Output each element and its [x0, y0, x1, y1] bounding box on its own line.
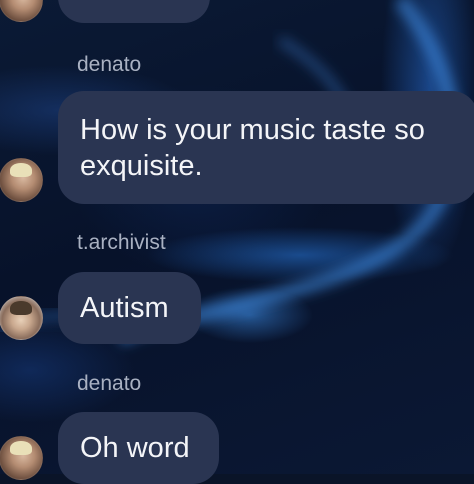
- avatar[interactable]: [0, 158, 43, 202]
- message-bubble-partial[interactable]: [58, 0, 210, 23]
- message-bubble[interactable]: Oh word: [58, 412, 219, 484]
- message-text: Oh word: [80, 432, 190, 464]
- avatar[interactable]: [0, 436, 43, 480]
- sender-name: denato: [77, 53, 142, 76]
- sender-name: t.archivist: [77, 231, 166, 254]
- message-text: How is your music taste so exquisite.: [80, 114, 425, 182]
- message-bubble[interactable]: Autism: [58, 272, 201, 344]
- message-bubble[interactable]: How is your music taste so exquisite.: [58, 91, 474, 204]
- message-text: Autism: [80, 292, 169, 324]
- sender-name: denato: [77, 372, 142, 395]
- chat-background: [0, 0, 474, 474]
- avatar[interactable]: [0, 296, 43, 340]
